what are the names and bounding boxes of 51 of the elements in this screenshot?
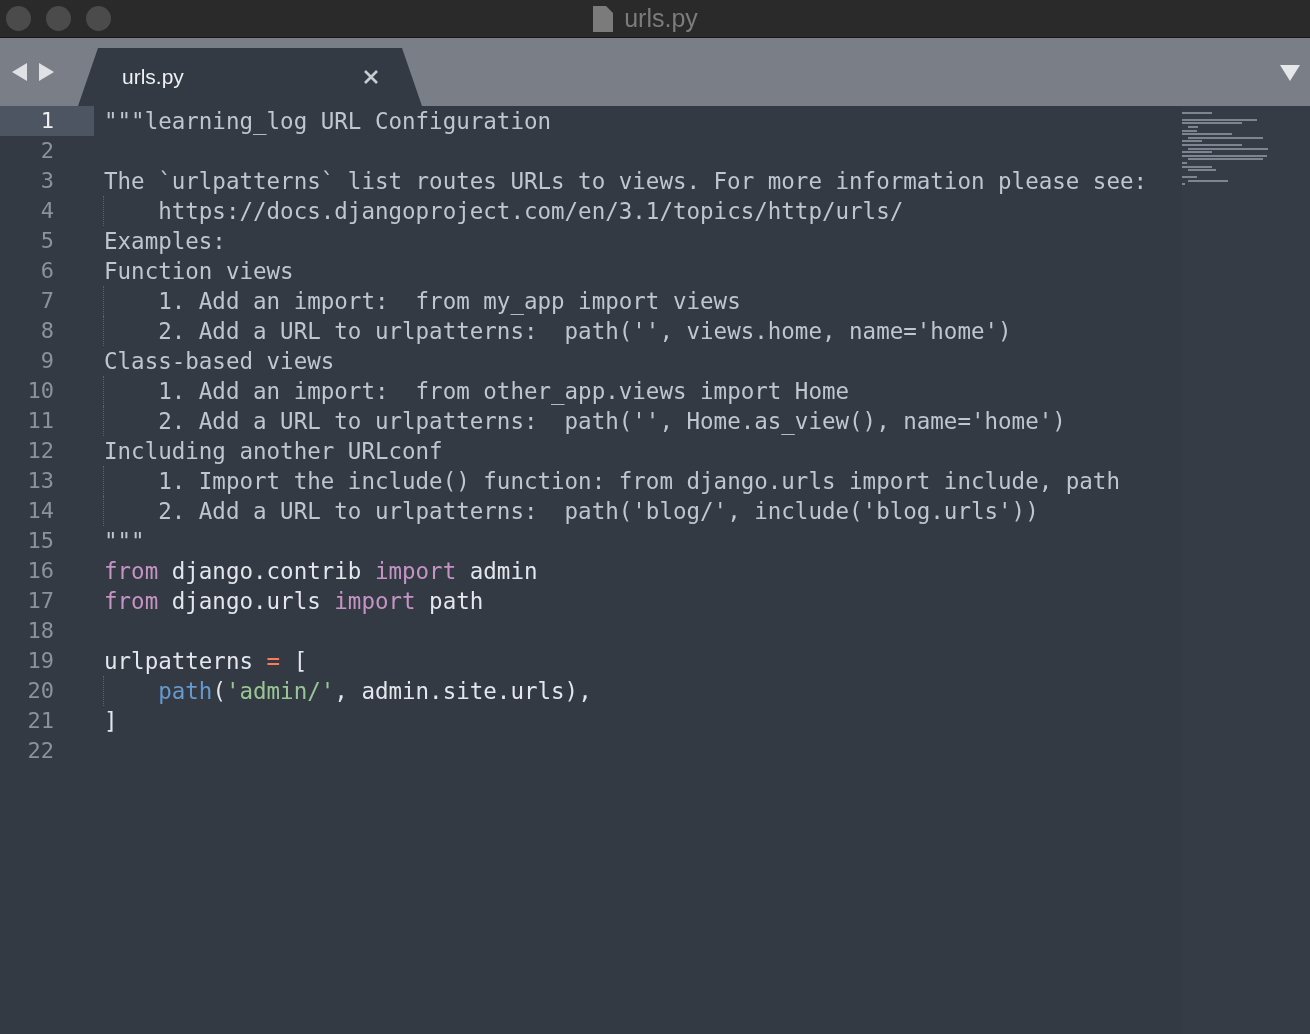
line-number: 5 [39, 227, 55, 255]
line-number: 16 [26, 557, 55, 585]
code-line: 2. Add a URL to urlpatterns: path('blog/', include('blog.urls')) [103, 496, 1039, 526]
code-line: from django.urls import path [104, 587, 484, 616]
line-number: 15 [26, 527, 55, 555]
close-window-button[interactable] [6, 6, 31, 31]
code-line: Class-based views [104, 347, 335, 376]
line-number: 6 [39, 257, 55, 285]
code-line: 1. Add an import: from other_app.views import Home [103, 376, 850, 406]
line-number: 12 [26, 437, 55, 465]
forward-icon[interactable] [38, 63, 54, 81]
line-number: 18 [26, 617, 55, 645]
code-line: The `urlpatterns` list routes URLs to views. For more information please see: [104, 167, 1148, 196]
window-title: urls.py [624, 4, 699, 33]
code-line: from django.contrib import admin [104, 557, 538, 586]
line-number: 19 [26, 647, 55, 675]
code-line: path('admin/', admin.site.urls), [103, 676, 592, 706]
line-number: 8 [39, 317, 55, 345]
line-number: 17 [26, 587, 55, 615]
code-line: Examples: [104, 227, 226, 256]
code-line: 2. Add a URL to urlpatterns: path('', Home.as_view(), name='home') [103, 406, 1066, 436]
line-number: 22 [26, 737, 55, 765]
dropdown-icon[interactable] [1280, 65, 1300, 81]
line-number: 7 [39, 287, 55, 315]
line-number: 21 [26, 707, 55, 735]
back-icon[interactable] [12, 63, 28, 81]
line-number: 9 [39, 347, 55, 375]
code-line: 1. Add an import: from my_app import views [103, 286, 741, 316]
document-icon [592, 4, 615, 33]
line-number: 20 [26, 677, 55, 705]
code-line: 1. Import the include() function: from django.urls import include, path [103, 466, 1120, 496]
line-number: 1 [0, 106, 94, 136]
close-icon[interactable] [364, 70, 378, 84]
minimize-window-button[interactable] [46, 6, 71, 31]
line-number: 10 [26, 377, 55, 405]
code-line: urlpatterns = [ [104, 647, 308, 676]
code-line: """ [104, 527, 145, 556]
code-line: https://docs.djangoproject.com/en/3.1/topics/http/urls/ [103, 196, 904, 226]
line-number: 13 [26, 467, 55, 495]
line-number: 11 [26, 407, 55, 435]
line-number: 2 [39, 137, 55, 165]
zoom-window-button[interactable] [86, 6, 111, 31]
line-number: 4 [39, 197, 55, 225]
file-tab[interactable]: urls.py [78, 48, 422, 106]
code-line: """learning_log URL Configuration [104, 107, 552, 136]
code-line: Including another URLconf [104, 437, 443, 466]
code-line: 2. Add a URL to urlpatterns: path('', views.home, name='home') [103, 316, 1012, 346]
line-number: 14 [26, 497, 55, 525]
code-line: ] [104, 707, 118, 736]
line-number: 3 [39, 167, 55, 195]
code-line: Function views [104, 257, 294, 286]
